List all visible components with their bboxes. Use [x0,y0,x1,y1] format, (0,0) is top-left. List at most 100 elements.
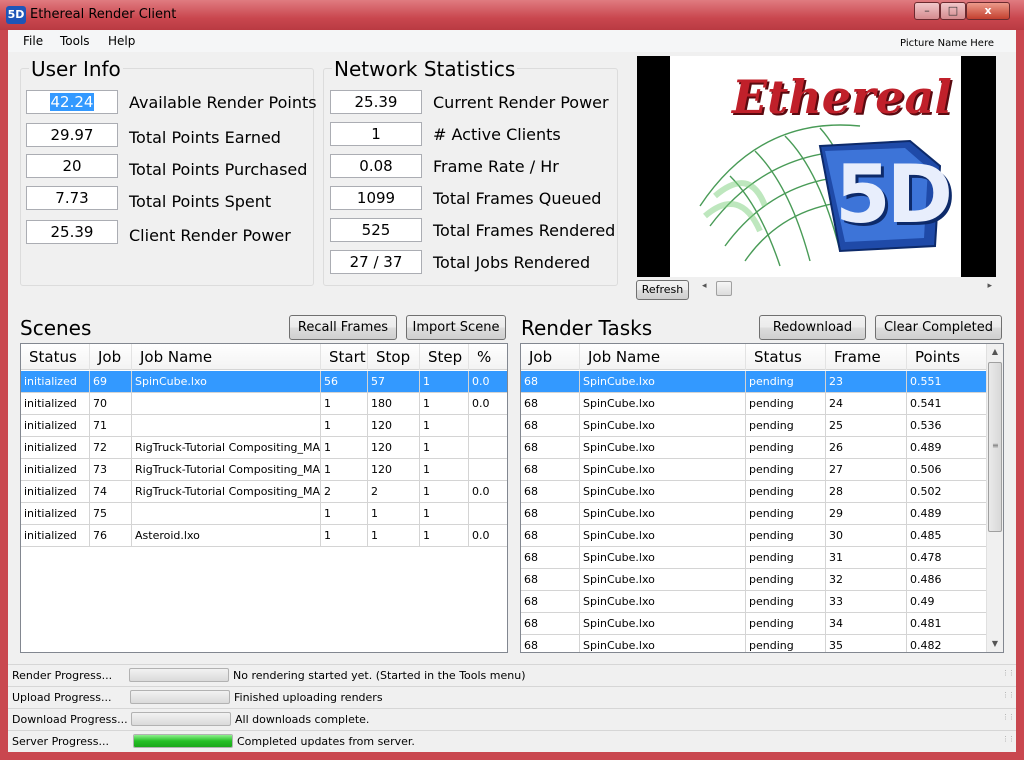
scene-cell: 1 [420,393,469,415]
clear-completed-button[interactable]: Clear Completed [875,315,1002,340]
resize-grip-icon[interactable]: ⋮⋮ [1002,736,1015,747]
scroll-right-icon[interactable]: ▸ [987,281,992,291]
task-cell: 68 [521,393,580,415]
task-cell: 0.489 [907,503,988,525]
scroll-down-icon[interactable]: ▼ [987,636,1003,652]
available-render-points-field[interactable]: 42.24 [26,90,118,114]
task-cell: 28 [826,481,907,503]
task-cell: pending [746,393,826,415]
preview-horizontal-scrollbar[interactable]: ◂ ▸ [698,280,994,297]
maximize-button[interactable]: □ [940,2,966,20]
logo-word: Ethereal [732,70,952,124]
scenes-col-status[interactable]: Status [21,344,90,370]
import-scene-button[interactable]: Import Scene [406,315,506,340]
redownload-button[interactable]: Redownload [759,315,866,340]
scene-row[interactable]: initialized 73 RigTruck-Tutorial Compositi… [21,459,507,481]
task-row[interactable]: 68 SpinCube.lxo pending 27 0.506 [521,459,988,481]
tasks-col-job-name[interactable]: Job Name [580,344,746,370]
total-points-purchased-field[interactable]: 20 [26,154,118,178]
active-clients-field[interactable]: 1 [330,122,422,146]
scenes-col-stop[interactable]: Stop [368,344,420,370]
task-cell: 0.486 [907,569,988,591]
total-frames-rendered-field[interactable]: 525 [330,218,422,242]
tasks-scroll-thumb[interactable]: ≡ [988,362,1002,532]
scene-row[interactable]: initialized 75 1 1 1 [21,503,507,525]
menu-file[interactable]: File [23,34,43,48]
scroll-thumb[interactable] [716,281,732,296]
scene-cell: 1 [420,415,469,437]
recall-frames-button[interactable]: Recall Frames [289,315,397,340]
total-frames-queued-field[interactable]: 1099 [330,186,422,210]
task-cell: 26 [826,437,907,459]
tasks-col-frame[interactable]: Frame [826,344,907,370]
scroll-up-icon[interactable]: ▲ [987,344,1003,360]
scene-cell [469,503,507,525]
scene-row[interactable]: initialized 71 1 120 1 [21,415,507,437]
scene-row[interactable]: initialized 74 RigTruck-Tutorial Compositi… [21,481,507,503]
task-cell: 33 [826,591,907,613]
task-row[interactable]: 68 SpinCube.lxo pending 32 0.486 [521,569,988,591]
tasks-vertical-scrollbar[interactable]: ▲ ≡ ▼ [986,344,1003,652]
progress-bar [131,712,231,726]
task-cell: SpinCube.lxo [580,569,746,591]
refresh-button[interactable]: Refresh [636,280,689,300]
minimize-button[interactable]: – [914,2,940,20]
tasks-col-job[interactable]: Job [521,344,580,370]
scenes-col-job-name[interactable]: Job Name [132,344,321,370]
current-render-power-field[interactable]: 25.39 [330,90,422,114]
client-render-power-field[interactable]: 25.39 [26,220,118,244]
close-button[interactable]: x [966,2,1010,20]
task-row[interactable]: 68 SpinCube.lxo pending 24 0.541 [521,393,988,415]
scene-row[interactable]: initialized 70 1 180 1 0.0 [21,393,507,415]
task-row[interactable]: 68 SpinCube.lxo pending 34 0.481 [521,613,988,635]
total-jobs-rendered-label: Total Jobs Rendered [433,253,591,272]
resize-grip-icon[interactable]: ⋮⋮ [1002,670,1015,681]
total-points-spent-field[interactable]: 7.73 [26,186,118,210]
resize-grip-icon[interactable]: ⋮⋮ [1002,692,1015,703]
total-points-earned-field[interactable]: 29.97 [26,123,118,147]
task-row[interactable]: 68 SpinCube.lxo pending 28 0.502 [521,481,988,503]
scene-cell: initialized [21,415,90,437]
tasks-col-points[interactable]: Points [907,344,988,370]
task-cell: pending [746,525,826,547]
task-cell: pending [746,503,826,525]
total-jobs-rendered-field[interactable]: 27 / 37 [330,250,422,274]
scenes-list[interactable]: Status Job Job Name Start Stop Step % in… [20,343,508,653]
task-row[interactable]: 68 SpinCube.lxo pending 30 0.485 [521,525,988,547]
task-row[interactable]: 68 SpinCube.lxo pending 31 0.478 [521,547,988,569]
menu-tools[interactable]: Tools [60,34,90,48]
task-cell: 68 [521,371,580,393]
scenes-col-percent[interactable]: % [469,344,507,370]
scenes-col-step[interactable]: Step [420,344,469,370]
task-cell: 0.506 [907,459,988,481]
task-row[interactable]: 68 SpinCube.lxo pending 25 0.536 [521,415,988,437]
frame-rate-field[interactable]: 0.08 [330,154,422,178]
task-cell: SpinCube.lxo [580,415,746,437]
task-row[interactable]: 68 SpinCube.lxo pending 26 0.489 [521,437,988,459]
task-row[interactable]: 68 SpinCube.lxo pending 29 0.489 [521,503,988,525]
task-row[interactable]: 68 SpinCube.lxo pending 33 0.49 [521,591,988,613]
tasks-col-status[interactable]: Status [746,344,826,370]
scene-row[interactable]: initialized 69 SpinCube.lxo 56 57 1 0.0 [21,371,507,393]
scene-row[interactable]: initialized 72 RigTruck-Tutorial Compositi… [21,437,507,459]
scenes-col-start[interactable]: Start [321,344,368,370]
task-row[interactable]: 68 SpinCube.lxo pending 23 0.551 [521,371,988,393]
render-tasks-list[interactable]: Job Job Name Status Frame Points 68 SpinC… [520,343,1004,653]
scenes-col-job[interactable]: Job [90,344,132,370]
scene-cell: initialized [21,371,90,393]
resize-grip-icon[interactable]: ⋮⋮ [1002,714,1015,725]
progress-row: Render Progress... No rendering started y… [8,664,1016,686]
scene-row[interactable]: initialized 76 Asteroid.lxo 1 1 1 0.0 [21,525,507,547]
scroll-left-icon[interactable]: ◂ [702,281,707,291]
scene-cell: 2 [321,481,368,503]
grip-icon: ≡ [992,441,999,450]
scene-cell: 1 [321,437,368,459]
task-cell: 34 [826,613,907,635]
title-bar[interactable]: 5D Ethereal Render Client – □ x [0,0,1024,30]
scene-cell: 73 [90,459,132,481]
task-row[interactable]: 68 SpinCube.lxo pending 35 0.482 [521,635,988,652]
menu-help[interactable]: Help [108,34,135,48]
task-cell: 0.541 [907,393,988,415]
scene-cell: 1 [420,459,469,481]
progress-message: Finished uploading renders [234,691,383,704]
